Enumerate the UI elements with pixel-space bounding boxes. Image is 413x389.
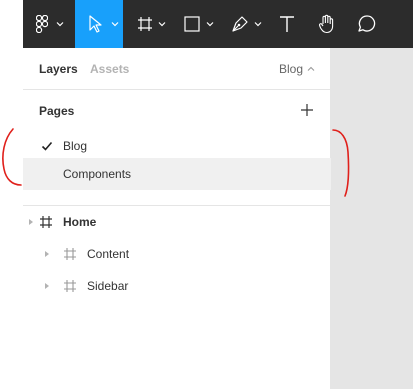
layer-label: Sidebar — [87, 279, 129, 293]
canvas-area[interactable] — [331, 48, 413, 389]
layer-item-sidebar[interactable]: Sidebar — [23, 270, 331, 302]
cursor-arrow-icon — [89, 15, 102, 33]
pages-title: Pages — [39, 104, 75, 118]
page-item-components[interactable]: Components — [23, 158, 331, 190]
frame-tool-button[interactable] — [129, 0, 173, 48]
expand-arrow-icon[interactable] — [29, 219, 33, 225]
left-margin — [0, 48, 23, 389]
layer-label: Content — [87, 247, 130, 261]
rectangle-icon — [184, 16, 200, 32]
toolbar — [23, 0, 413, 48]
speech-bubble-icon — [358, 15, 376, 32]
hash-frame-icon — [138, 17, 152, 31]
layer-item-content[interactable]: Content — [23, 238, 331, 270]
text-T-icon — [280, 16, 294, 32]
main-menu-button[interactable] — [23, 0, 75, 48]
shape-tool-button[interactable] — [175, 0, 221, 48]
figma-logo-icon — [36, 15, 48, 33]
chevron-up-icon — [307, 66, 315, 71]
tab-assets[interactable]: Assets — [90, 62, 129, 76]
layer-item-home[interactable]: Home — [23, 206, 331, 238]
pages-header: Pages — [23, 90, 331, 130]
panel-tabs: Layers Assets Blog — [23, 48, 331, 90]
pen-tool-button[interactable] — [223, 0, 269, 48]
text-tool-button[interactable] — [273, 0, 301, 48]
pen-icon — [232, 16, 248, 32]
chevron-down-icon — [206, 22, 214, 27]
page-item-label: Blog — [63, 139, 88, 153]
hand-tool-button[interactable] — [313, 0, 341, 48]
chevron-down-icon — [254, 22, 262, 27]
expand-arrow-icon[interactable] — [45, 283, 49, 289]
chevron-down-icon — [111, 22, 119, 27]
current-page-switcher[interactable]: Blog — [279, 62, 315, 76]
frame-hash-icon — [40, 216, 52, 228]
comment-tool-button[interactable] — [353, 0, 381, 48]
frame-hash-icon — [64, 280, 76, 292]
checkmark-icon — [41, 141, 53, 151]
add-page-plus-icon[interactable] — [299, 102, 315, 118]
frame-hash-icon — [64, 248, 76, 260]
chevron-down-icon — [158, 22, 166, 27]
expand-arrow-icon[interactable] — [45, 251, 49, 257]
layers-panel: Layers Assets Blog Pages Blog Components… — [23, 48, 331, 389]
tab-layers[interactable]: Layers — [39, 62, 78, 76]
layer-label: Home — [63, 215, 97, 229]
hand-icon — [319, 14, 334, 34]
move-tool-button[interactable] — [75, 0, 123, 48]
page-item-label: Components — [63, 167, 132, 181]
current-page-label: Blog — [278, 62, 303, 76]
chevron-down-icon — [56, 22, 64, 27]
